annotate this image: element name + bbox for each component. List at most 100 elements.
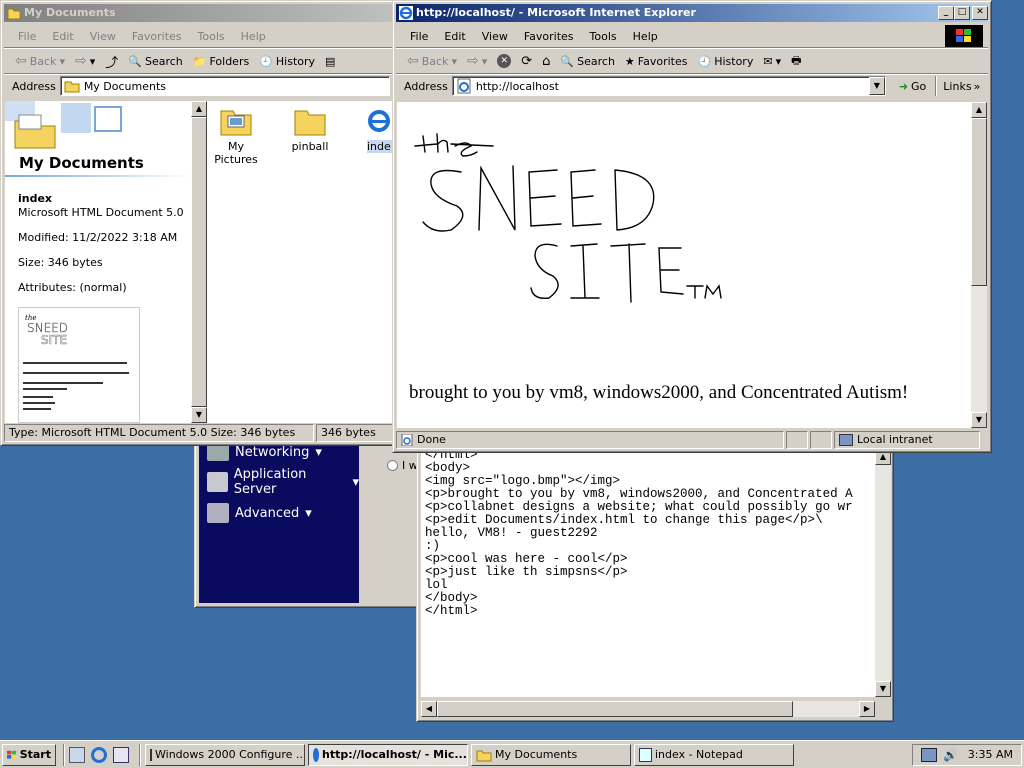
search-button[interactable]: 🔍 Search [555, 55, 620, 68]
local-intranet-icon [839, 434, 853, 446]
clock[interactable]: 3:35 AM [968, 748, 1013, 761]
move-to-button[interactable]: ▤ [320, 55, 340, 68]
ie-menubar: File Edit View Favorites Tools Help [396, 26, 988, 46]
start-button[interactable]: Start [2, 743, 56, 766]
links-button[interactable]: Links [943, 80, 971, 93]
mail-button[interactable]: ✉ ▾ [758, 55, 786, 68]
search-button[interactable]: 🔍 Search [123, 55, 188, 68]
print-button[interactable]: 🖶 [786, 52, 806, 71]
menu-tools[interactable]: Tools [190, 30, 233, 43]
ie-vscroll[interactable]: ▲ ▼ [971, 102, 987, 428]
address-dropdown-button[interactable]: ▼ [868, 77, 885, 95]
status-type: Type: Microsoft HTML Document 5.0 Size: … [4, 424, 314, 442]
menu-favorites[interactable]: Favorites [124, 30, 190, 43]
show-desktop-icon[interactable] [69, 746, 85, 763]
my-documents-banner-icon [5, 101, 191, 151]
minimize-button[interactable]: _ [938, 6, 954, 20]
notepad-size-grip[interactable] [875, 701, 891, 717]
refresh-button[interactable]: ⟳ [516, 54, 537, 69]
mydocs-address-bar: Address My Documents [4, 74, 396, 98]
mydocs-info-panel: My Documents index Microsoft HTML Docume… [5, 101, 191, 423]
ie-statusbar: Done Local intranet [396, 431, 988, 449]
ie-titlebar[interactable]: http://localhost/ - Microsoft Internet E… [396, 4, 988, 22]
menu-tools[interactable]: Tools [582, 30, 625, 43]
menu-file[interactable]: File [402, 30, 436, 43]
favorites-icon: ★ [624, 54, 635, 68]
volume-icon[interactable]: 🔊 [943, 748, 958, 762]
history-button[interactable]: 🕘 History [254, 55, 320, 68]
mydocs-titlebar[interactable]: My Documents [4, 4, 396, 22]
menu-help[interactable]: Help [233, 30, 274, 43]
back-button[interactable]: ⇦ Back ▾ [10, 53, 70, 69]
stop-button[interactable]: ✕ [492, 54, 516, 68]
panel-title: My Documents [19, 154, 144, 172]
taskbar-item-ie[interactable]: http://localhost/ - Mic... [308, 743, 468, 766]
ie-page-viewport: brought to you by vm8, windows2000, and … [397, 102, 971, 428]
ie-icon[interactable] [91, 746, 107, 763]
go-arrow-icon: ➜ [898, 79, 909, 93]
config-radio[interactable]: I w [387, 459, 418, 472]
ie-icon [313, 747, 319, 762]
forward-button[interactable]: ⇨ ▾ [462, 53, 492, 69]
folders-icon: 📁 [192, 54, 207, 68]
folders-button[interactable]: 📁 Folders [188, 55, 254, 68]
notepad-vscroll[interactable]: ▲ ▼ [875, 449, 891, 697]
notepad-hscroll[interactable]: ◀ ▶ [421, 701, 875, 717]
notepad-text-area[interactable]: </html> <body> <img src="logo.bmp"></img> <… [421, 449, 875, 697]
close-button[interactable]: ✕ [972, 6, 988, 20]
favorites-button[interactable]: ★ Favorites [620, 55, 693, 68]
forward-arrow-icon: ⇨ [74, 53, 87, 69]
ie-icon [399, 6, 413, 20]
mydocs-menubar: File Edit View Favorites Tools Help [4, 26, 396, 46]
svg-text:SITE: SITE [41, 333, 67, 347]
taskbar-item-my-documents[interactable]: My Documents [471, 743, 631, 766]
selected-file-size: Size: 346 bytes [18, 256, 103, 269]
status-done: Done [396, 431, 784, 449]
selected-file-name: index [18, 192, 53, 205]
network-tray-icon[interactable] [921, 747, 937, 762]
menu-view[interactable]: View [82, 30, 124, 43]
nav-advanced[interactable]: Advanced ▾ [207, 503, 359, 523]
history-icon: 🕘 [697, 54, 712, 68]
my-documents-window: My Documents File Edit View Favorites To… [0, 0, 400, 446]
outlook-express-icon[interactable] [113, 746, 129, 763]
menu-file[interactable]: File [10, 30, 44, 43]
back-button[interactable]: ⇦ Back ▾ [402, 53, 462, 69]
forward-arrow-icon: ⇨ [466, 53, 479, 69]
up-folder-icon: ⤴ [105, 55, 119, 71]
mydocs-info-vscroll[interactable]: ▲ ▼ [191, 101, 207, 423]
menu-view[interactable]: View [474, 30, 516, 43]
history-button[interactable]: 🕘 History [693, 55, 759, 68]
menu-favorites[interactable]: Favorites [516, 30, 582, 43]
home-icon: ⌂ [542, 53, 551, 69]
ie-address-field[interactable]: http://localhost ▼ [451, 76, 886, 96]
menu-help[interactable]: Help [625, 30, 666, 43]
page-tagline: brought to you by vm8, windows2000, and … [409, 382, 909, 403]
nav-application-server[interactable]: Application Server ▾ [207, 467, 359, 497]
file-list: My Pictures pinball inde [207, 101, 397, 423]
go-button[interactable]: ➜ Go [894, 80, 931, 93]
up-folder-button[interactable]: ⤴ [100, 52, 123, 71]
selected-file-type: Microsoft HTML Document 5.0 [18, 206, 184, 219]
back-arrow-icon: ⇦ [407, 53, 419, 69]
home-button[interactable]: ⌂ [537, 54, 555, 69]
maximize-button[interactable]: □ [954, 6, 970, 20]
system-tray: 🔊 3:35 AM [912, 743, 1022, 766]
move-to-icon: ▤ [325, 54, 336, 68]
file-item-my-pictures[interactable]: My Pictures [207, 105, 265, 166]
windows-logo-icon [945, 25, 983, 47]
chevron-right-icon[interactable]: » [974, 80, 981, 93]
mydocs-address-field[interactable]: My Documents [59, 76, 390, 96]
menu-edit[interactable]: Edit [44, 30, 81, 43]
file-item-pinball[interactable]: pinball [281, 105, 339, 153]
notepad-line: lol [425, 578, 448, 592]
taskbar-item-notepad[interactable]: index - Notepad [634, 743, 794, 766]
folder-icon [294, 110, 326, 136]
ie-document-icon [368, 110, 390, 132]
menu-edit[interactable]: Edit [436, 30, 473, 43]
taskbar-item-configure[interactable]: Windows 2000 Configure ... [145, 743, 305, 766]
server-icon [207, 472, 228, 492]
back-arrow-icon: ⇦ [15, 53, 27, 69]
configure-window: Networking ▾ Application Server ▾ Advanced… [194, 440, 424, 608]
forward-button[interactable]: ⇨ ▾ [70, 53, 100, 69]
